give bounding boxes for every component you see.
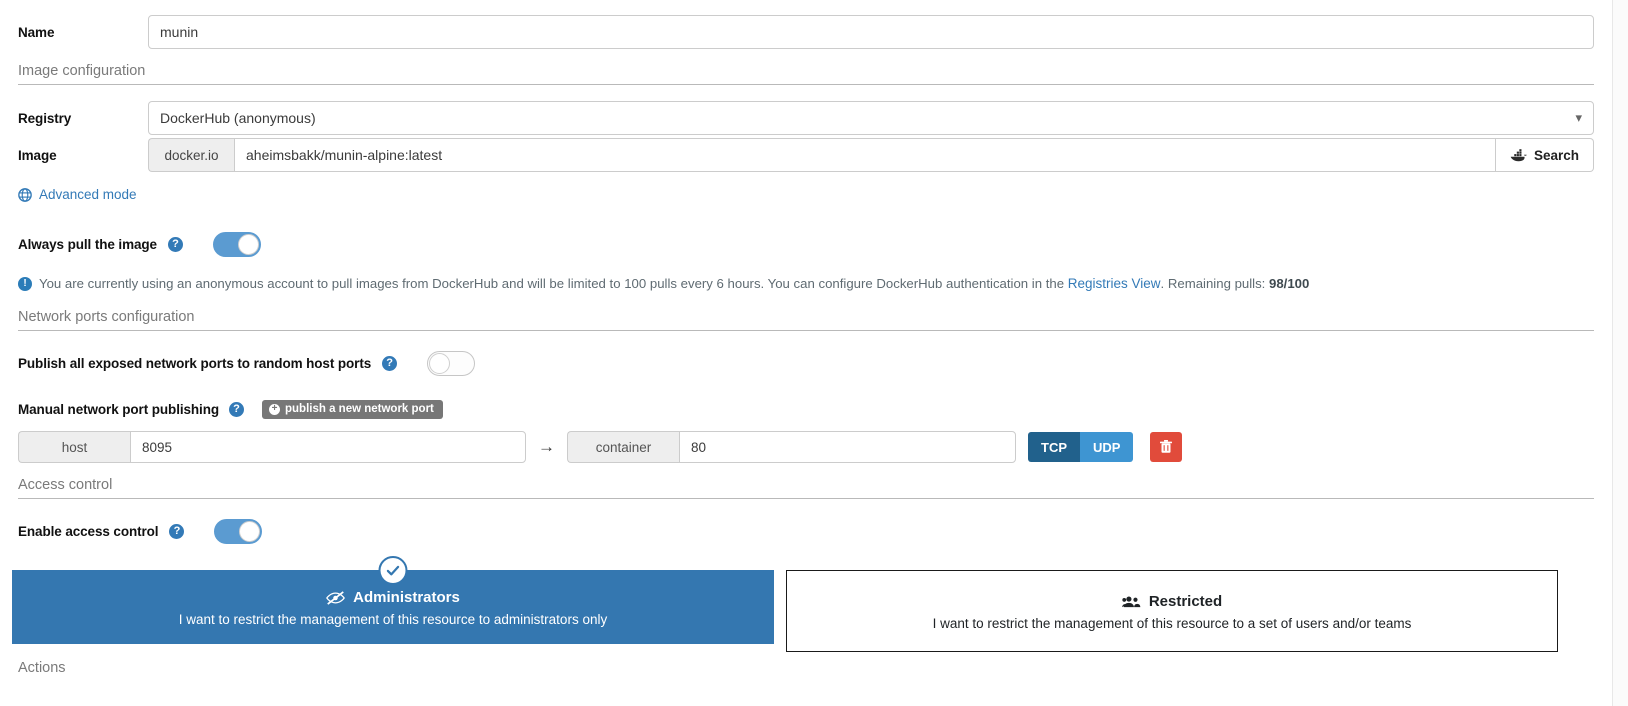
arrow-right-icon: → [538,437,555,457]
always-pull-toggle[interactable] [213,232,261,257]
actions-section-title: Actions [18,660,1594,681]
image-label: Image [18,148,148,163]
name-label: Name [18,25,148,40]
publish-all-ports-toggle[interactable] [427,351,475,376]
container-create-form-page: Name munin Image configuration Registry … [0,0,1628,706]
access-control-options: Administrators I want to restrict the ma… [12,570,1558,652]
enable-access-control-label: Enable access control [18,524,158,539]
enable-access-control-help-icon[interactable]: ? [169,524,184,539]
notice-text-after-link: . Remaining pulls: [1161,276,1269,291]
protocol-toggle-group: TCP UDP [1028,432,1133,462]
plus-circle-icon: + [269,404,280,415]
registry-selected-value: DockerHub (anonymous) [160,110,316,126]
eye-slash-icon [326,591,345,605]
image-input[interactable]: aheimsbakk/munin-alpine:latest [234,138,1496,172]
image-configuration-section-title: Image configuration [18,63,1594,85]
globe-icon [18,188,32,202]
advanced-mode-label: Advanced mode [39,187,137,202]
image-field-row: Image docker.io aheimsbakk/munin-alpine:… [18,138,1594,172]
administrators-card-description: I want to restrict the management of thi… [23,612,763,627]
registry-select[interactable]: DockerHub (anonymous) ▾ [148,101,1594,135]
info-circle-icon: ! [18,277,32,291]
page-scrollbar-track[interactable] [1612,0,1628,706]
registry-label: Registry [18,111,148,126]
restricted-card-description: I want to restrict the management of thi… [797,616,1547,631]
image-input-group: docker.io aheimsbakk/munin-alpine:latest [148,138,1594,172]
publish-new-network-port-label: publish a new network port [285,403,434,415]
enable-access-control-row: Enable access control ? [18,519,262,544]
always-pull-row: Always pull the image ? [18,232,261,257]
publish-all-ports-row: Publish all exposed network ports to ran… [18,351,475,376]
manual-port-publishing-row: Manual network port publishing ? + publi… [18,400,443,419]
form-content: Name munin Image configuration Registry … [0,0,1612,706]
host-port-input[interactable]: 8095 [130,431,526,463]
administrators-card-title: Administrators [23,589,763,606]
delete-port-mapping-button[interactable] [1150,432,1182,462]
host-port-addon-label: host [18,431,130,463]
access-option-administrators[interactable]: Administrators I want to restrict the ma… [12,570,774,644]
image-search-button[interactable]: Search [1496,138,1594,172]
name-field-row: Name munin [18,15,1594,49]
always-pull-help-icon[interactable]: ? [168,237,183,252]
name-input[interactable]: munin [148,15,1594,49]
advanced-mode-link[interactable]: Advanced mode [18,187,137,202]
check-circle-icon [379,556,408,585]
toggle-knob [239,521,260,542]
always-pull-label: Always pull the image [18,237,157,252]
container-port-addon-label: container [567,431,679,463]
network-ports-section-title: Network ports configuration [18,309,1594,331]
trash-icon [1160,440,1172,454]
host-port-group: host 8095 [18,431,526,463]
manual-port-publishing-label: Manual network port publishing [18,402,219,417]
protocol-udp-button[interactable]: UDP [1080,432,1133,462]
dockerhub-rate-limit-notice: ! You are currently using an anonymous a… [18,276,1578,291]
remaining-pulls-value: 98/100 [1269,276,1309,291]
toggle-knob [238,234,259,255]
users-icon [1122,595,1141,609]
enable-access-control-toggle[interactable] [214,519,262,544]
registry-field-row: Registry DockerHub (anonymous) ▾ [18,101,1594,135]
publish-all-ports-label: Publish all exposed network ports to ran… [18,356,371,371]
image-search-button-label: Search [1534,148,1579,163]
port-mapping-row: host 8095 → container 80 TCP UDP [18,431,1594,463]
publish-new-network-port-button[interactable]: + publish a new network port [262,400,443,419]
container-port-input[interactable]: 80 [679,431,1016,463]
chevron-down-icon: ▾ [1575,110,1582,126]
restricted-card-title-label: Restricted [1149,593,1222,610]
docker-whale-icon [1510,149,1527,162]
publish-all-ports-help-icon[interactable]: ? [382,356,397,371]
toggle-knob [429,353,450,374]
notice-text-before-link: You are currently using an anonymous acc… [39,276,1068,291]
registries-view-link[interactable]: Registries View [1068,276,1161,291]
protocol-tcp-button[interactable]: TCP [1028,432,1080,462]
restricted-card-title: Restricted [797,593,1547,610]
access-option-restricted[interactable]: Restricted I want to restrict the manage… [786,570,1558,652]
manual-port-publishing-help-icon[interactable]: ? [229,402,244,417]
access-control-section-title: Access control [18,477,1594,499]
administrators-card-title-label: Administrators [353,589,460,606]
container-port-group: container 80 [567,431,1016,463]
notice-text: You are currently using an anonymous acc… [39,276,1309,291]
image-registry-prefix: docker.io [148,138,234,172]
